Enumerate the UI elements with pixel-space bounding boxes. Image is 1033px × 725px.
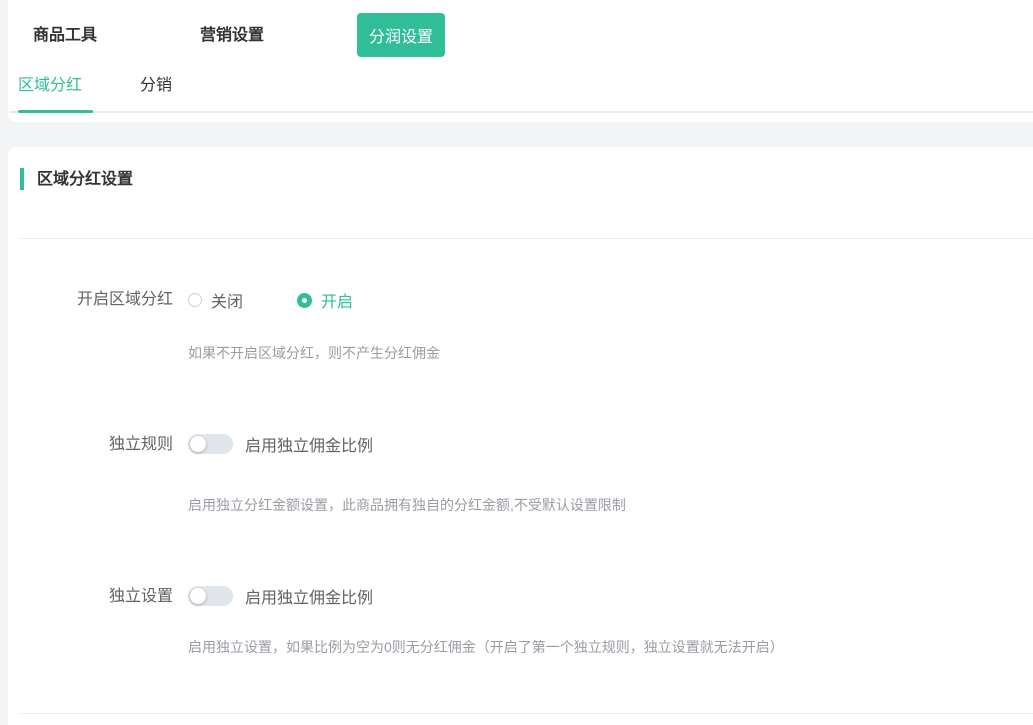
enable-region-dividend-label: 开启区域分红	[8, 289, 173, 311]
independent-setting-toggle[interactable]	[188, 586, 233, 606]
region-dividend-panel: 区域分红设置 开启区域分红 关闭 开启 如果不开启区域分红，则不产生分红佣金 独…	[8, 147, 1033, 725]
independent-rule-switch-label: 启用独立佣金比例	[245, 432, 373, 456]
tab-product-tools[interactable]: 商品工具	[33, 26, 97, 46]
enable-region-dividend-radio-group: 关闭 开启	[188, 289, 353, 311]
independent-setting-helper-text: 启用独立设置，如果比例为空为0则无分红佣金（开启了第一个独立规则，独立设置就无法…	[188, 638, 784, 656]
radio-on-icon[interactable]	[297, 293, 312, 308]
radio-helper-text: 如果不开启区域分红，则不产生分红佣金	[188, 344, 440, 362]
panel-title: 区域分红设置	[37, 170, 133, 190]
independent-setting-label: 独立设置	[8, 586, 173, 608]
subtab-region-dividend[interactable]: 区域分红	[18, 76, 82, 96]
divider	[20, 713, 1033, 714]
radio-off-label[interactable]: 关闭	[211, 288, 243, 312]
independent-setting-row: 启用独立佣金比例	[188, 585, 373, 607]
subtab-distribution[interactable]: 分销	[140, 76, 172, 96]
settings-screen: 商品工具 营销设置 分润设置 区域分红 分销 区域分红设置 开启区域分红 关闭 …	[0, 0, 1033, 725]
independent-rule-helper-text: 启用独立分红金额设置，此商品拥有独自的分红金额,不受默认设置限制	[188, 496, 626, 514]
subtab-track	[10, 111, 1033, 113]
radio-off-icon[interactable]	[188, 293, 202, 307]
divider	[20, 238, 1033, 239]
radio-on-label[interactable]: 开启	[321, 288, 353, 312]
tab-profit-settings[interactable]: 分润设置	[357, 13, 445, 57]
independent-rule-label: 独立规则	[8, 434, 173, 456]
title-accent-bar	[20, 168, 24, 190]
independent-rule-row: 启用独立佣金比例	[188, 433, 373, 455]
independent-rule-toggle[interactable]	[188, 434, 233, 454]
tab-marketing-settings[interactable]: 营销设置	[200, 26, 264, 46]
active-subtab-indicator	[18, 110, 93, 113]
tabs-card: 商品工具 营销设置 分润设置 区域分红 分销	[8, 0, 1033, 122]
independent-setting-switch-label: 启用独立佣金比例	[245, 584, 373, 608]
